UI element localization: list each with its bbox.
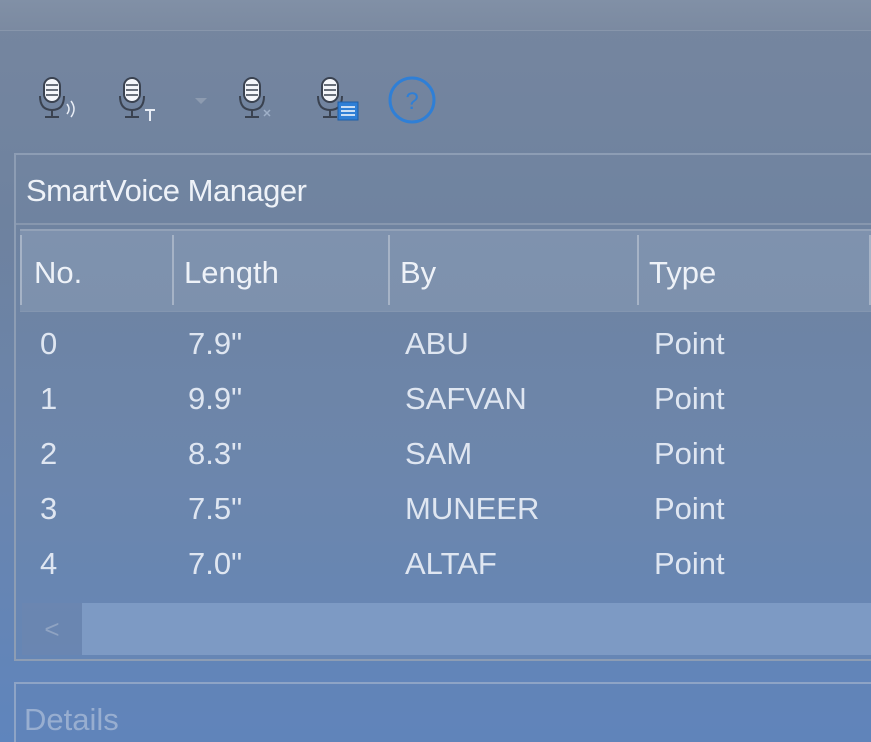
horizontal-scrollbar[interactable]: < [22,603,871,655]
cell-length: 7.0" [188,546,243,581]
column-divider[interactable] [388,235,390,305]
panel-title: SmartVoice Manager [26,173,307,208]
dropdown-arrow-icon[interactable] [192,94,210,108]
details-title: Details [24,702,119,737]
cell-no: 2 [40,436,58,471]
table-row[interactable]: 0 7.9" ABU Point [20,316,871,371]
column-divider[interactable] [172,235,174,305]
cell-no: 0 [40,326,58,361]
cell-type: Point [654,381,725,416]
cell-length: 7.9" [188,326,243,361]
cell-length: 9.9" [188,381,243,416]
cell-type: Point [654,436,725,471]
table-header: No. Length By Type [20,229,871,312]
details-panel: Details [14,682,871,742]
mic-record-icon[interactable] [34,74,82,128]
column-divider[interactable] [20,235,22,305]
column-header-by[interactable]: By [392,231,636,311]
column-header-no[interactable]: No. [26,231,176,311]
cell-length: 8.3" [188,436,243,471]
column-divider[interactable] [637,235,639,305]
table-row[interactable]: 4 7.0" ALTAF Point [20,536,871,591]
cell-by: SAM [405,436,473,471]
table-row[interactable]: 1 9.9" SAFVAN Point [20,371,871,426]
help-icon[interactable]: ? [384,74,436,128]
table-row[interactable]: 2 8.3" SAM Point [20,426,871,481]
mic-text-icon[interactable] [114,74,162,128]
mic-delete-icon[interactable] [234,74,282,128]
cell-length: 7.5" [188,491,243,526]
cell-no: 1 [40,381,58,416]
panel-title-divider [16,223,871,225]
voice-table: No. Length By Type 0 7.9" ABU Point 1 9.… [20,229,871,591]
cell-no: 3 [40,491,58,526]
cell-by: MUNEER [405,491,540,526]
cell-by: ABU [405,326,469,361]
column-header-type[interactable]: Type [641,231,871,311]
cell-type: Point [654,546,725,581]
mic-list-icon[interactable] [314,74,362,128]
smartvoice-manager-panel: SmartVoice Manager No. Length By Type 0 … [14,153,871,661]
scroll-left-arrow-icon[interactable]: < [22,603,82,655]
help-glyph: ? [405,88,418,115]
toolbar: ? [34,74,454,128]
cell-no: 4 [40,546,58,581]
cell-type: Point [654,326,725,361]
scrollbar-thumb[interactable] [82,603,871,655]
column-header-length[interactable]: Length [176,231,388,311]
window-top-strip [0,0,871,31]
cell-type: Point [654,491,725,526]
table-body: 0 7.9" ABU Point 1 9.9" SAFVAN Point 2 8… [20,312,871,591]
table-row[interactable]: 3 7.5" MUNEER Point [20,481,871,536]
cell-by: ALTAF [405,546,497,581]
cell-by: SAFVAN [405,381,527,416]
